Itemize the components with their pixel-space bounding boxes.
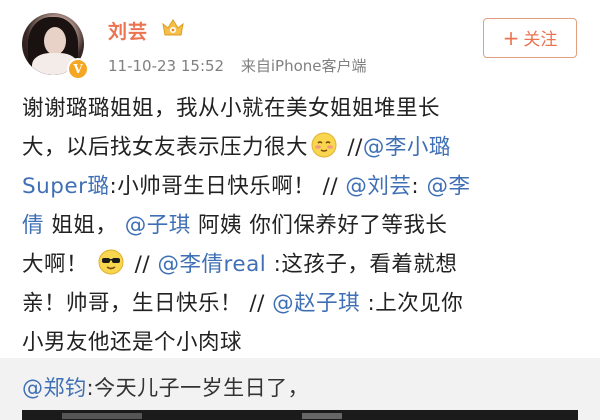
post-text-segment: :上次见你 [360,291,464,316]
post-text-segment: 大，以后找女友表示压力很大 [22,135,309,160]
video-caption-bar [62,413,142,419]
post-text-segment: 阿姨 你们保养好了等我长 [190,213,448,238]
mention-link[interactable]: @李倩real [158,252,267,277]
repost-video-thumbnail[interactable] [22,410,578,420]
repost-author-mention[interactable]: @郑钧 [22,376,87,400]
follow-button[interactable]: + 关注 [483,18,577,58]
post-line: 亲！帅哥，生日快乐！ // @赵子琪 :上次见你 [22,284,578,323]
cool-sunglasses-emoji [97,248,125,276]
post-text-segment: 谢谢璐璐姐姐，我从小就在美女姐姐堆里长 [22,96,441,121]
follow-label: 关注 [523,30,558,50]
mention-link[interactable]: @李小璐 [363,135,451,160]
post-text-segment: 亲！帅哥，生日快乐！ // [22,291,273,316]
mention-link[interactable]: @子琪 [125,213,191,238]
video-caption-bar [302,413,342,419]
post-timestamp: 11-10-23 15:52 [108,57,225,75]
mention-link[interactable]: 倩 [22,213,44,238]
post-text-segment: :这孩子，看着就想 [266,252,458,277]
post-meta: 11-10-23 15:52 来自iPhone客户端 [108,55,367,76]
mention-link[interactable]: Super璐 [22,174,110,199]
repost-text: @郑钧:今天儿子一岁生日了， [22,372,309,402]
weibo-post: V 刘芸 11-10-23 15:52 来自iPhone客户端 + 关注 谢谢璐璐… [0,0,600,420]
mention-link[interactable]: @赵子琪 [272,291,360,316]
mention-link[interactable]: @刘芸 [345,174,411,199]
post-line: 大啊！ // @李倩real :这孩子，看着就想 [22,245,578,284]
post-source[interactable]: 来自iPhone客户端 [241,57,367,75]
verified-v-icon: V [67,58,89,80]
repost-card[interactable]: @郑钧:今天儿子一岁生日了， [0,358,600,420]
post-text-segment: 大啊！ [22,252,96,277]
post-line: 倩 姐姐， @子琪 阿姨 你们保养好了等我长 [22,206,578,245]
mention-link[interactable]: @李 [427,174,471,199]
post-line: 小男友他还是个小肉球 [22,323,578,362]
repost-content: :今天儿子一岁生日了， [86,376,310,400]
post-text-segment: : [411,174,427,199]
post-line: 大，以后找女友表示压力很大 //@李小璐 [22,128,578,167]
vip-crown-icon [162,19,184,36]
post-text-segment: 姐姐， [44,213,125,238]
post-line: Super璐:小帅哥生日快乐啊！ // @刘芸: @李 [22,167,578,206]
post-body: 谢谢璐璐姐姐，我从小就在美女姐姐堆里长 大，以后找女友表示压力很大 //@李小璐 S… [22,89,578,362]
post-text-segment: // [127,252,158,277]
post-text-segment: // [340,135,363,160]
post-line: 谢谢璐璐姐姐，我从小就在美女姐姐堆里长 [22,89,578,128]
post-text-segment: 小男友他还是个小肉球 [22,330,243,355]
author-name[interactable]: 刘芸 [108,17,148,44]
blush-emoji [310,131,338,159]
plus-icon: + [502,26,520,50]
avatar-face [44,27,66,55]
post-text-segment: :小帅哥生日快乐啊！ // [109,174,346,199]
